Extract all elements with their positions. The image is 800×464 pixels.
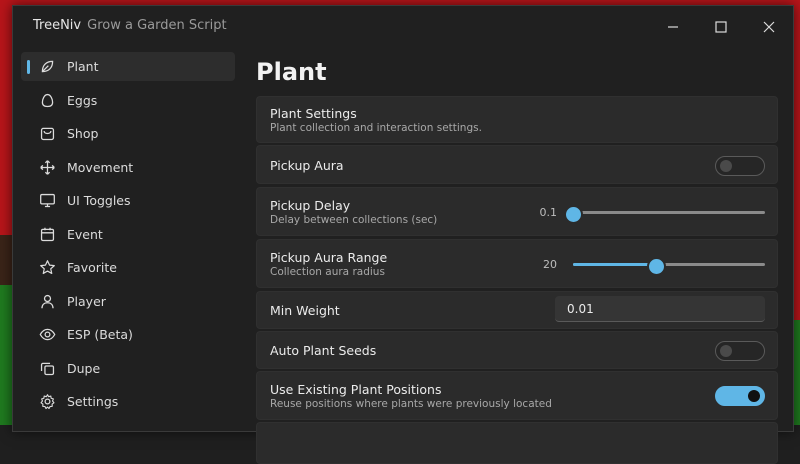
move-arrows-icon — [37, 157, 57, 177]
slider-thumb[interactable] — [564, 205, 583, 224]
close-icon — [763, 21, 775, 33]
use-existing-positions-row: Use Existing Plant Positions Reuse posit… — [256, 371, 778, 420]
sidebar-item-label: ESP (Beta) — [67, 327, 133, 342]
sidebar: Plant Eggs Shop Movement UI Toggles Even… — [13, 52, 243, 431]
pickup-delay-label: Pickup Delay — [270, 198, 351, 213]
pickup-delay-value: 0.1 — [539, 206, 558, 219]
min-weight-label: Min Weight — [270, 303, 340, 318]
pickup-aura-label: Pickup Aura — [270, 158, 344, 173]
sidebar-item-eggs[interactable]: Eggs — [21, 86, 235, 115]
pickup-aura-range-value: 20 — [543, 258, 557, 271]
slider-fill — [573, 263, 656, 266]
sidebar-item-label: Movement — [67, 159, 134, 175]
sidebar-item-label: Shop — [67, 126, 99, 141]
pickup-aura-range-slider[interactable] — [573, 257, 765, 276]
section-title: Plant Settings — [270, 106, 357, 121]
main-content: Plant Plant Settings Plant collection an… — [256, 46, 778, 464]
page-title: Plant — [256, 58, 327, 86]
auto-plant-seeds-label: Auto Plant Seeds — [270, 343, 377, 358]
sidebar-item-esp[interactable]: ESP (Beta) — [21, 320, 235, 349]
active-indicator — [27, 60, 30, 74]
copy-icon — [37, 358, 57, 378]
section-description: Plant collection and interaction setting… — [270, 122, 482, 134]
sidebar-item-ui-toggles[interactable]: UI Toggles — [21, 186, 235, 215]
use-existing-positions-description: Reuse positions where plants were previo… — [270, 398, 552, 410]
toggle-knob — [720, 160, 732, 172]
monitor-icon — [37, 191, 57, 211]
sidebar-item-favorite[interactable]: Favorite — [21, 253, 235, 282]
app-name: TreeNiv — [33, 18, 82, 33]
sidebar-item-label: Eggs — [67, 92, 98, 108]
window-title: TreeNiv Grow a Garden Script — [33, 18, 227, 33]
sidebar-item-label: Favorite — [67, 260, 117, 275]
close-button[interactable] — [751, 14, 787, 40]
minimize-icon — [668, 26, 678, 28]
sidebar-item-movement[interactable]: Movement — [21, 153, 235, 182]
star-icon — [37, 258, 57, 278]
maximize-icon — [715, 21, 727, 33]
pickup-aura-range-description: Collection aura radius — [270, 266, 385, 278]
sidebar-item-player[interactable]: Player — [21, 287, 235, 316]
pickup-delay-description: Delay between collections (sec) — [270, 214, 438, 226]
sidebar-item-label: Dupe — [67, 360, 101, 376]
pickup-aura-toggle[interactable] — [715, 156, 765, 176]
pickup-aura-range-row: Pickup Aura Range Collection aura radius… — [256, 239, 778, 288]
auto-plant-seeds-toggle[interactable] — [715, 341, 765, 361]
calendar-icon — [37, 224, 57, 244]
pickup-aura-range-label: Pickup Aura Range — [270, 250, 388, 265]
sidebar-item-label: Event — [67, 226, 103, 242]
toggle-knob — [720, 345, 732, 357]
leaf-icon — [37, 57, 57, 77]
eye-icon — [37, 325, 57, 345]
auto-plant-seeds-row: Auto Plant Seeds — [256, 331, 778, 369]
pickup-delay-slider[interactable] — [564, 205, 765, 224]
gear-icon — [37, 392, 57, 412]
person-icon — [37, 291, 57, 311]
use-existing-positions-label: Use Existing Plant Positions — [270, 382, 442, 397]
script-window: TreeNiv Grow a Garden Script Plant Eggs — [12, 5, 794, 464]
sidebar-item-plant[interactable]: Plant — [21, 52, 235, 81]
shopping-bag-icon — [37, 124, 57, 144]
plant-settings-section: Plant Settings Plant collection and inte… — [256, 96, 778, 143]
min-weight-row: Min Weight 0.01 — [256, 291, 778, 329]
use-existing-positions-toggle[interactable] — [715, 386, 765, 406]
app-subtitle: Grow a Garden Script — [87, 18, 227, 33]
sidebar-item-label: Settings — [67, 394, 119, 409]
pickup-delay-row: Pickup Delay Delay between collections (… — [256, 187, 778, 236]
sidebar-item-dupe[interactable]: Dupe — [21, 354, 235, 383]
min-weight-input[interactable]: 0.01 — [555, 296, 765, 322]
sidebar-item-label: Plant — [67, 59, 99, 74]
sidebar-item-shop[interactable]: Shop — [21, 119, 235, 148]
pickup-aura-row: Pickup Aura — [256, 145, 778, 184]
sidebar-item-event[interactable]: Event — [21, 220, 235, 249]
sidebar-item-label: UI Toggles — [67, 193, 131, 208]
sidebar-item-label: Player — [67, 293, 106, 309]
sidebar-item-settings[interactable]: Settings — [21, 387, 235, 416]
title-bar[interactable]: TreeNiv Grow a Garden Script — [13, 6, 793, 46]
minimize-button[interactable] — [655, 14, 691, 40]
slider-thumb[interactable] — [647, 257, 666, 276]
egg-icon — [37, 90, 57, 110]
maximize-button[interactable] — [703, 14, 739, 40]
next-setting-row — [256, 422, 778, 464]
toggle-knob — [748, 390, 760, 402]
